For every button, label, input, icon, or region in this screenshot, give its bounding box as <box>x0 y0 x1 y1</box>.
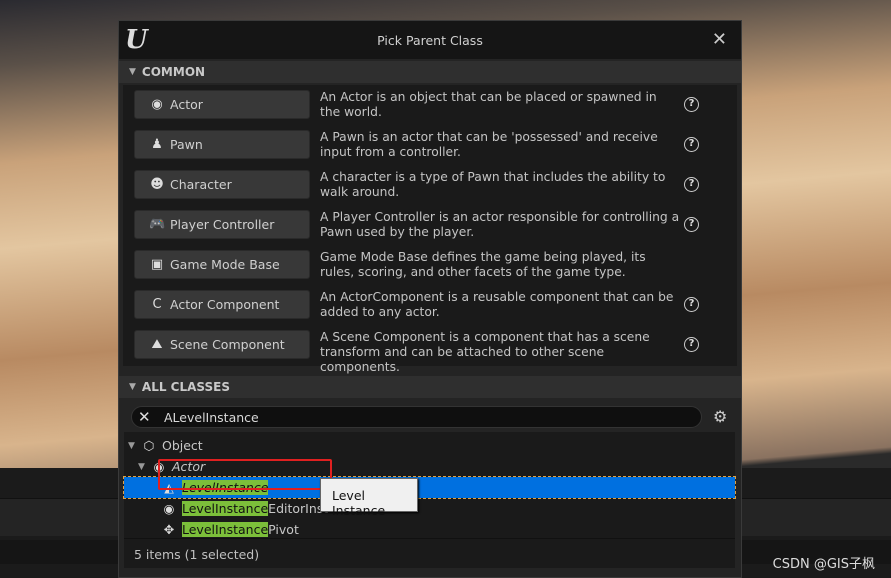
pawn-icon: ♟ <box>151 137 163 152</box>
tooltip: Level Instance <box>320 478 418 518</box>
common-class-row: ▣ Game Mode Base Game Mode Base defines th… <box>123 250 737 290</box>
common-class-row: ◉ Actor An Actor is an object that can be … <box>123 90 737 130</box>
class-button-actor-component[interactable]: C Actor Component <box>134 290 310 319</box>
help-icon[interactable]: ? <box>684 337 699 352</box>
game-mode-icon: ▣ <box>150 257 164 272</box>
class-search-box: ✕ <box>131 406 702 428</box>
common-class-row: ♟ Pawn A Pawn is an actor that can be 'pos… <box>123 130 737 170</box>
class-button-game-mode-base[interactable]: ▣ Game Mode Base <box>134 250 310 279</box>
clear-search-icon[interactable]: ✕ <box>138 408 154 426</box>
class-button-player-controller[interactable]: 🎮 Player Controller <box>134 210 310 239</box>
object-icon: ⬡ <box>143 438 155 453</box>
common-class-row: ☻ Character A character is a type of Pawn … <box>123 170 737 210</box>
help-icon[interactable]: ? <box>684 97 699 112</box>
class-button-pawn[interactable]: ♟ Pawn <box>134 130 310 159</box>
annotation-highlight-box <box>158 459 332 490</box>
search-match: LevelInstance <box>182 501 269 516</box>
common-class-row: C Actor Component An ActorComponent is a r… <box>123 290 737 330</box>
collapse-arrow-icon: ▼ <box>129 382 136 392</box>
expand-arrow-icon[interactable]: ▼ <box>138 462 150 472</box>
help-icon[interactable]: ? <box>684 297 699 312</box>
collapse-arrow-icon: ▼ <box>129 67 136 77</box>
scene-component-icon: ⛰ <box>151 337 163 352</box>
class-button-character[interactable]: ☻ Character <box>134 170 310 199</box>
class-button-scene-component[interactable]: ⛰ Scene Component <box>134 330 310 359</box>
class-description: A Scene Component is a component that ha… <box>320 330 650 374</box>
pick-parent-class-dialog: U Pick Parent Class ✕ ▼ COMMON ◉ Actor An A… <box>118 20 742 578</box>
help-icon[interactable]: ? <box>684 177 699 192</box>
component-icon: C <box>152 297 162 312</box>
help-icon[interactable]: ? <box>684 137 699 152</box>
common-section-header[interactable]: ▼ COMMON <box>119 61 741 83</box>
class-description: An ActorComponent is a reusable componen… <box>320 290 674 319</box>
common-class-list: ◉ Actor An Actor is an object that can be … <box>123 85 737 374</box>
expand-arrow-icon[interactable]: ▼ <box>128 441 140 451</box>
character-icon: ☻ <box>150 177 164 192</box>
tree-item[interactable]: ✥ LevelInstancePivot <box>124 519 735 540</box>
class-button-actor[interactable]: ◉ Actor <box>134 90 310 119</box>
actor-icon: ◉ <box>151 97 163 112</box>
dialog-title: Pick Parent Class <box>377 33 483 48</box>
class-description: An Actor is an object that can be placed… <box>320 90 657 119</box>
title-bar: U Pick Parent Class ✕ <box>119 21 741 59</box>
gear-icon[interactable]: ⚙ <box>713 407 727 426</box>
search-match: LevelInstance <box>182 522 269 537</box>
watermark: CSDN @GIS子枫 <box>772 557 875 572</box>
close-icon[interactable]: ✕ <box>712 29 727 50</box>
class-search-input[interactable] <box>164 409 664 425</box>
common-class-row: ⛰ Scene Component A Scene Component is a c… <box>123 330 737 374</box>
class-description: A Pawn is an actor that can be 'possesse… <box>320 130 658 159</box>
tree-item-object[interactable]: ▼ ⬡ Object <box>124 435 735 456</box>
all-classes-section-header[interactable]: ▼ ALL CLASSES <box>119 376 741 398</box>
actor-icon: ◉ <box>163 501 175 516</box>
class-description: Game Mode Base defines the game being pl… <box>320 250 646 279</box>
class-description: A character is a type of Pawn that inclu… <box>320 170 666 199</box>
common-class-row: 🎮 Player Controller A Player Controller is… <box>123 210 737 250</box>
move-icon: ✥ <box>163 522 175 537</box>
help-icon[interactable]: ? <box>684 217 699 232</box>
gamepad-icon: 🎮 <box>149 217 166 232</box>
tree-item[interactable]: ◉ LevelInstanceEditorInst <box>124 498 735 519</box>
status-text: 5 items (1 selected) <box>124 538 735 568</box>
class-description: A Player Controller is an actor responsi… <box>320 210 680 239</box>
